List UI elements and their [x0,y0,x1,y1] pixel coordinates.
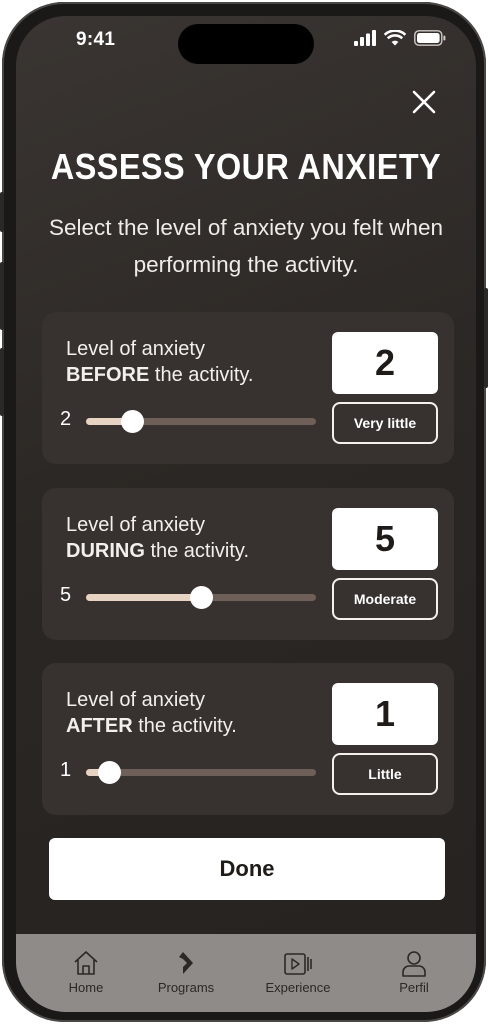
anxiety-card-during: Level of anxiety DURING the activity. 5 … [42,488,454,640]
slider-value-label: 1 [60,759,72,781]
power-button [484,288,488,388]
screen: 9:41 ASSESS YOUR ANXIETY Select the leve… [16,16,476,1012]
anxiety-card-before: Level of anxiety BEFORE the activity. 2 … [42,312,454,464]
home-icon [74,951,98,975]
level-value: 1 [332,683,438,745]
level-value: 2 [332,332,438,394]
volume-up-button [0,262,4,330]
anxiety-slider[interactable] [86,761,316,784]
video-icon [284,953,312,975]
anxiety-slider[interactable] [86,410,316,433]
dynamic-island [178,24,314,64]
card-label-prefix: Level of anxiety [66,338,205,360]
tab-perfil[interactable]: Perfil [364,948,464,995]
tab-bar: Home Programs Experience Perfil [16,934,476,1012]
anxiety-card-after: Level of anxiety AFTER the activity. 1 L… [42,663,454,815]
card-label: Level of anxiety BEFORE the activity. [66,336,253,388]
programs-icon [179,952,193,974]
battery-icon [414,30,446,46]
card-label-suffix: the activity. [132,715,237,737]
card-label-suffix: the activity. [144,540,250,562]
tab-home[interactable]: Home [36,948,136,995]
signal-icon [354,30,376,46]
anxiety-slider[interactable] [86,586,316,609]
card-label: Level of anxiety DURING the activity. [66,512,249,564]
wifi-icon [384,30,406,46]
user-icon [402,951,426,977]
level-description-badge: Moderate [332,578,438,620]
card-label-suffix: the activity. [149,364,254,386]
action-button [0,192,4,232]
tab-label: Programs [157,980,215,995]
close-icon[interactable] [410,88,438,116]
card-label-strong: BEFORE [66,364,150,386]
phone-frame: 9:41 ASSESS YOUR ANXIETY Select the leve… [0,2,488,1022]
volume-down-button [0,348,4,416]
tab-label: Perfil [399,980,429,995]
page-subtitle: Select the level of anxiety you felt whe… [49,215,443,277]
slider-thumb[interactable] [121,410,144,433]
level-description-badge: Very little [332,402,438,444]
slider-fill [86,594,201,601]
card-label-prefix: Level of anxiety [66,514,205,536]
slider-thumb[interactable] [98,761,121,784]
slider-thumb[interactable] [190,586,213,609]
status-icons [354,30,446,46]
tab-label: Home [68,980,104,995]
card-label-strong: AFTER [66,715,133,737]
status-time: 9:41 [76,29,116,50]
level-description-badge: Little [332,753,438,795]
card-label-prefix: Level of anxiety [66,689,205,711]
done-button[interactable]: Done [49,838,445,900]
tab-experience[interactable]: Experience [248,948,348,995]
tab-label: Experience [265,980,331,995]
slider-value-label: 2 [60,408,72,430]
slider-value-label: 5 [60,584,72,606]
level-value: 5 [332,508,438,570]
tab-programs[interactable]: Programs [136,948,236,995]
page-title: ASSESS YOUR ANXIETY [50,146,442,187]
card-label: Level of anxiety AFTER the activity. [66,687,237,739]
card-label-strong: DURING [66,540,145,562]
